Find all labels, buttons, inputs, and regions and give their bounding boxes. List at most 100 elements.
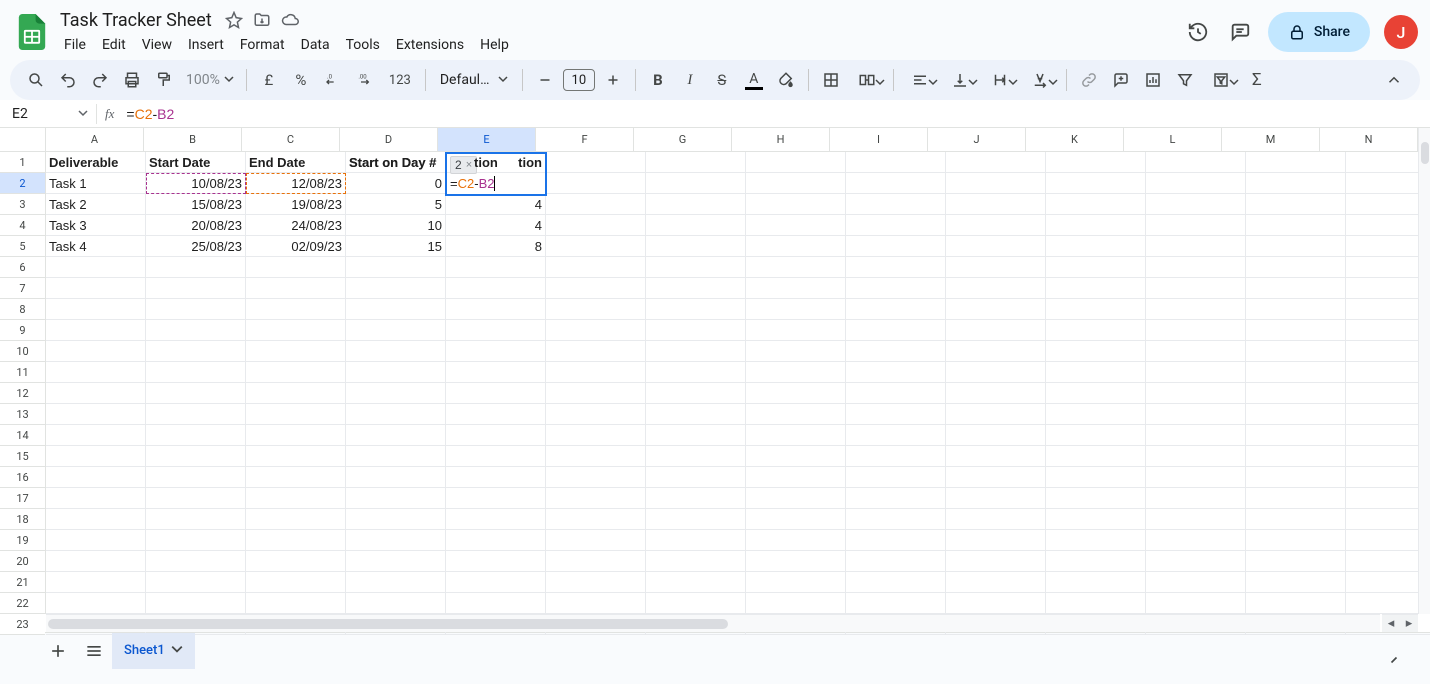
cell[interactable] bbox=[446, 299, 546, 320]
cell[interactable] bbox=[546, 299, 646, 320]
cell[interactable] bbox=[1046, 278, 1146, 299]
cell[interactable]: 02/09/23 bbox=[246, 236, 346, 257]
cell[interactable] bbox=[646, 488, 746, 509]
cell[interactable] bbox=[46, 362, 146, 383]
cell[interactable] bbox=[1246, 383, 1346, 404]
cell[interactable] bbox=[1046, 446, 1146, 467]
cell[interactable]: 24/08/23 bbox=[246, 215, 346, 236]
cell[interactable] bbox=[1046, 572, 1146, 593]
cell[interactable] bbox=[546, 278, 646, 299]
cell[interactable] bbox=[146, 593, 246, 614]
cell[interactable] bbox=[1246, 446, 1346, 467]
cell[interactable] bbox=[746, 383, 846, 404]
cell[interactable] bbox=[646, 593, 746, 614]
cell[interactable] bbox=[346, 446, 446, 467]
cell[interactable] bbox=[446, 425, 546, 446]
cell[interactable] bbox=[1246, 404, 1346, 425]
paint-format-icon[interactable] bbox=[150, 66, 178, 94]
cell[interactable] bbox=[146, 383, 246, 404]
cell[interactable] bbox=[946, 383, 1046, 404]
cell[interactable]: Task 2 bbox=[46, 194, 146, 215]
row-headers[interactable]: 1234567891011121314151617181920212223 bbox=[0, 152, 46, 614]
cell[interactable] bbox=[1046, 299, 1146, 320]
cell[interactable] bbox=[346, 341, 446, 362]
cell[interactable] bbox=[946, 236, 1046, 257]
explore-button[interactable] bbox=[1376, 642, 1412, 678]
active-cell-editor[interactable]: 2×=C2-B2 bbox=[445, 152, 547, 196]
cell[interactable] bbox=[546, 257, 646, 278]
cell[interactable] bbox=[46, 572, 146, 593]
cell[interactable] bbox=[1046, 425, 1146, 446]
cell[interactable] bbox=[646, 341, 746, 362]
cell[interactable] bbox=[46, 509, 146, 530]
cell[interactable] bbox=[746, 551, 846, 572]
cell[interactable] bbox=[1146, 215, 1246, 236]
cloud-status-icon[interactable] bbox=[280, 10, 300, 30]
cell[interactable] bbox=[846, 446, 946, 467]
cell[interactable] bbox=[546, 446, 646, 467]
cell[interactable] bbox=[946, 215, 1046, 236]
cell[interactable] bbox=[1046, 152, 1146, 173]
cell[interactable]: Deliverable bbox=[46, 152, 146, 173]
cell[interactable] bbox=[1246, 173, 1346, 194]
cell[interactable] bbox=[646, 299, 746, 320]
cell[interactable] bbox=[46, 446, 146, 467]
cell[interactable] bbox=[846, 362, 946, 383]
cell[interactable] bbox=[246, 383, 346, 404]
cell[interactable]: 10 bbox=[346, 215, 446, 236]
cell[interactable] bbox=[46, 383, 146, 404]
cell[interactable] bbox=[346, 278, 446, 299]
row-header[interactable]: 19 bbox=[0, 530, 45, 551]
cell[interactable] bbox=[946, 593, 1046, 614]
cell[interactable] bbox=[1146, 593, 1246, 614]
menu-extensions[interactable]: Extensions bbox=[388, 35, 472, 55]
cell[interactable] bbox=[546, 383, 646, 404]
cell[interactable] bbox=[446, 509, 546, 530]
cell[interactable] bbox=[1246, 572, 1346, 593]
cell[interactable] bbox=[846, 215, 946, 236]
text-color-icon[interactable]: A bbox=[740, 66, 768, 94]
col-header[interactable]: K bbox=[1026, 128, 1124, 151]
cell[interactable] bbox=[646, 152, 746, 173]
cell[interactable] bbox=[146, 446, 246, 467]
cell[interactable] bbox=[446, 404, 546, 425]
cell[interactable] bbox=[346, 572, 446, 593]
cell[interactable]: Task 3 bbox=[46, 215, 146, 236]
cell[interactable] bbox=[1046, 551, 1146, 572]
cell[interactable]: 5 bbox=[346, 194, 446, 215]
cell[interactable] bbox=[846, 530, 946, 551]
print-icon[interactable] bbox=[118, 66, 146, 94]
cell[interactable] bbox=[46, 257, 146, 278]
cell[interactable] bbox=[846, 257, 946, 278]
move-folder-icon[interactable] bbox=[252, 10, 272, 30]
cell[interactable] bbox=[946, 572, 1046, 593]
cell[interactable] bbox=[1046, 488, 1146, 509]
cell[interactable] bbox=[446, 593, 546, 614]
cell[interactable] bbox=[1046, 236, 1146, 257]
row-header[interactable]: 2 bbox=[0, 173, 45, 194]
cell[interactable] bbox=[546, 236, 646, 257]
formula-input[interactable]: =C2-B2 bbox=[122, 106, 1430, 122]
row-header[interactable]: 1 bbox=[0, 152, 45, 173]
cell[interactable] bbox=[146, 257, 246, 278]
cell[interactable]: 20/08/23 bbox=[146, 215, 246, 236]
row-header[interactable]: 20 bbox=[0, 551, 45, 572]
cell[interactable] bbox=[1046, 530, 1146, 551]
horizontal-scrollbar[interactable] bbox=[46, 614, 1380, 632]
cell[interactable] bbox=[246, 530, 346, 551]
cell[interactable] bbox=[946, 425, 1046, 446]
row-header[interactable]: 12 bbox=[0, 383, 45, 404]
row-header[interactable]: 23 bbox=[0, 614, 45, 635]
cell[interactable] bbox=[46, 425, 146, 446]
cell[interactable] bbox=[46, 488, 146, 509]
cell[interactable] bbox=[546, 194, 646, 215]
row-header[interactable]: 14 bbox=[0, 425, 45, 446]
cell[interactable] bbox=[746, 467, 846, 488]
scroll-right-icon[interactable]: ▸ bbox=[1400, 615, 1418, 632]
cell[interactable] bbox=[846, 299, 946, 320]
percent-button[interactable]: % bbox=[287, 66, 315, 94]
document-title[interactable]: Task Tracker Sheet bbox=[56, 9, 216, 32]
row-header[interactable]: 9 bbox=[0, 320, 45, 341]
cell[interactable] bbox=[646, 215, 746, 236]
cell[interactable] bbox=[1246, 425, 1346, 446]
